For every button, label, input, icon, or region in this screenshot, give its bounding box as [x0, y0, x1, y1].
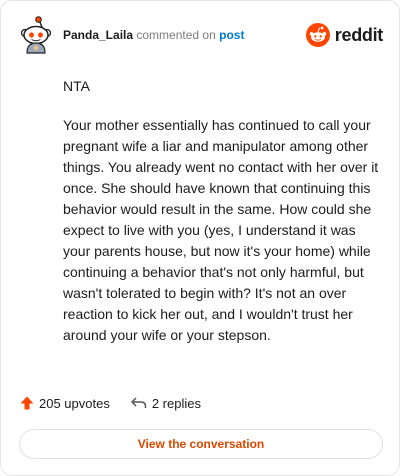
comment-paragraph: NTA [63, 78, 90, 94]
comment-body: NTA Your mother essentially has continue… [63, 76, 383, 364]
replies-stat[interactable]: 2 replies [130, 395, 201, 411]
upvote-arrow-icon [20, 396, 34, 410]
brand-wordmark: reddit [334, 24, 384, 45]
upvotes-count: 205 upvotes [39, 395, 110, 411]
comment-paragraph: Your mother essentially has continued to… [63, 117, 379, 343]
replies-count: 2 replies [151, 395, 201, 411]
comment-stats: 205 upvotes 2 replies [19, 395, 201, 411]
avatar[interactable] [19, 16, 53, 54]
comment-meta: Panda_Laila commented on post [63, 28, 244, 42]
reply-arrow-icon [131, 397, 147, 408]
upvotes-stat[interactable]: 205 upvotes [19, 395, 110, 411]
comment-header: Panda_Laila commented on post reddit [19, 15, 383, 55]
view-conversation-button[interactable]: View the conversation [19, 429, 383, 459]
action-text: commented on [136, 28, 216, 42]
reddit-brand[interactable]: reddit [305, 23, 384, 47]
snoo-avatar-icon [20, 16, 52, 54]
username-link[interactable]: Panda_Laila [63, 28, 133, 42]
comment-card: Panda_Laila commented on post reddit NTA… [0, 0, 400, 476]
post-link[interactable]: post [219, 28, 244, 42]
reddit-logo-icon [305, 23, 330, 47]
